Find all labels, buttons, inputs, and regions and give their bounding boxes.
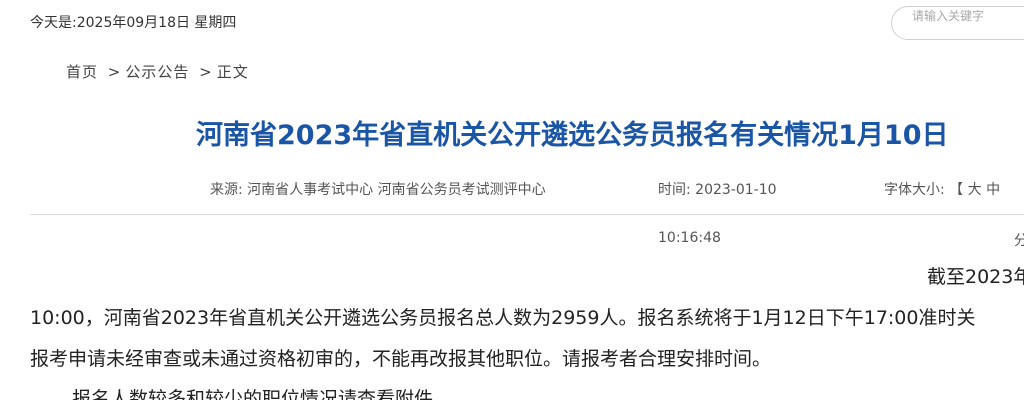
article-paragraph: 报名人数较多和较少的职位情况请查看附件。 (72, 388, 453, 400)
share-label: 分 (1014, 233, 1024, 249)
article-paragraph: 10:00，河南省2023年省直机关公开遴选公务员报名总人数为2959人。报名系… (30, 307, 976, 329)
source-value: 河南省人事考试中心 河南省公务员考试测评中心 (247, 182, 546, 198)
article-paragraph: 报考申请未经审查或未通过资格初审的，不能再改报其他职位。请报考者合理安排时间。 (30, 348, 772, 370)
page: 今天是:2025年09月18日 星期四 首页 >公示公告 >正文 河南省2023… (0, 0, 1024, 400)
font-size-large-button[interactable]: 大 (968, 182, 982, 198)
meta-divider (30, 214, 1024, 215)
breadcrumb-home-link[interactable]: 首页 (66, 63, 98, 81)
source-label: 来源: (210, 182, 243, 198)
breadcrumb-separator: > (199, 63, 213, 81)
current-date: 今天是:2025年09月18日 星期四 (30, 15, 237, 31)
search-box[interactable] (891, 6, 1024, 40)
breadcrumb-section-link[interactable]: 公示公告 (125, 63, 189, 81)
breadcrumb-separator: > (107, 63, 122, 81)
article-title: 河南省2023年省直机关公开遴选公务员报名有关情况1月10日 (196, 120, 949, 151)
search-input[interactable] (912, 7, 1024, 25)
time-label: 时间: (658, 182, 691, 198)
font-size-control: 字体大小: 【 大 中 (884, 179, 1000, 199)
time-clock: 10:16:48 (658, 230, 721, 246)
time-date: 2023-01-10 (695, 182, 777, 198)
article-source: 来源: 河南省人事考试中心 河南省公务员考试测评中心 (210, 179, 546, 199)
article-paragraph: 截至2023年 (927, 266, 1024, 288)
font-size-medium-button[interactable]: 中 (986, 182, 1000, 198)
breadcrumb-current: 正文 (216, 63, 249, 81)
font-size-label: 字体大小: (884, 182, 945, 198)
article-time: 时间: 2023-01-10 (658, 179, 777, 199)
breadcrumb: 首页 > 公示公告 > 正文 (66, 61, 253, 82)
font-size-bracket: 【 (949, 182, 964, 198)
